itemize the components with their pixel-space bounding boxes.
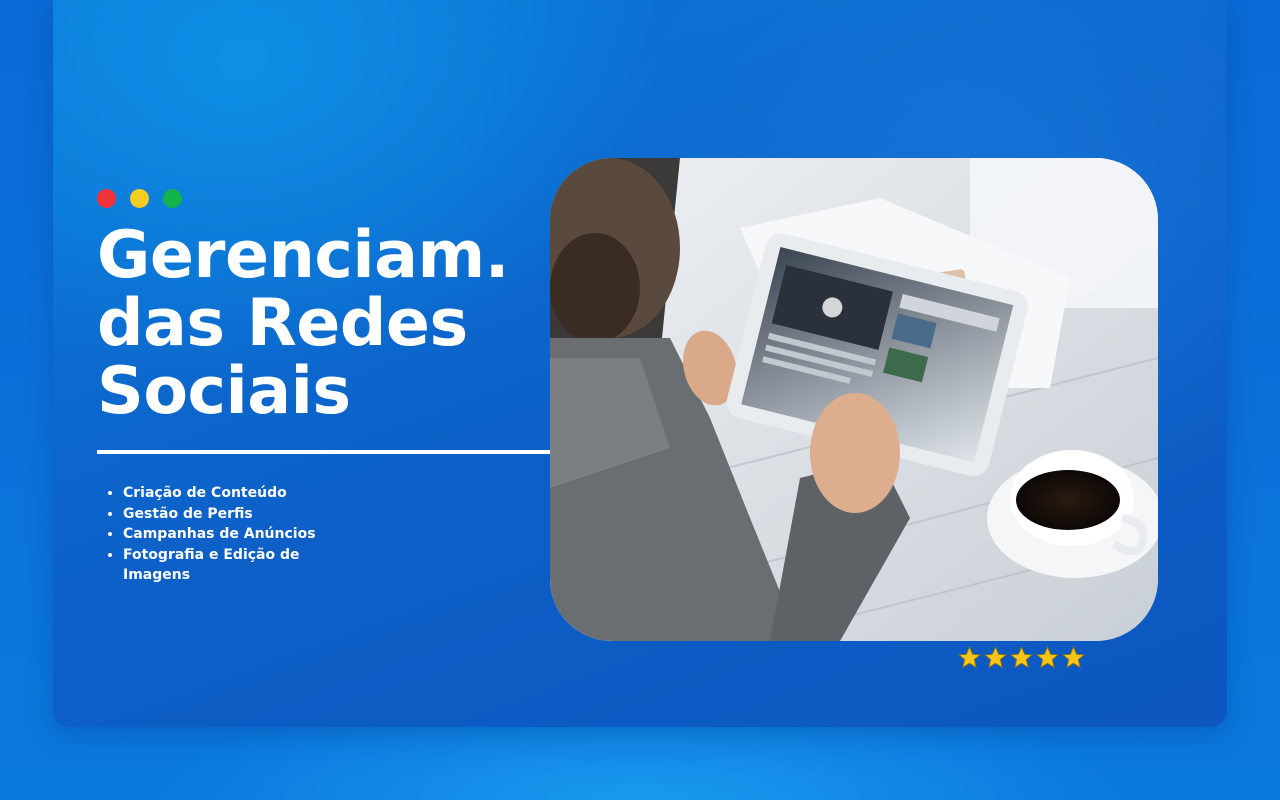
green-dot-icon: [163, 189, 182, 208]
feature-list: Criação de Conteúdo Gestão de Perfis Cam…: [107, 483, 353, 586]
rating-stars: [957, 645, 1086, 670]
star-icon: [1062, 646, 1085, 669]
star-icon: [984, 646, 1007, 669]
divider: [97, 450, 551, 454]
feature-item: Campanhas de Anúncios: [123, 524, 353, 545]
hero-photo: [550, 158, 1158, 641]
red-dot-icon: [97, 189, 116, 208]
star-icon: [1036, 646, 1059, 669]
headline-line-1: Gerenciam.: [97, 218, 509, 293]
headline-line-3: Sociais: [97, 354, 351, 429]
feature-item: Fotografia e Edição de Imagens: [123, 545, 353, 586]
headline: Gerenciam. das Redes Sociais: [97, 222, 509, 426]
feature-item: Criação de Conteúdo: [123, 483, 353, 504]
yellow-dot-icon: [130, 189, 149, 208]
star-icon: [958, 646, 981, 669]
feature-item: Gestão de Perfis: [123, 504, 353, 525]
window-dots: [97, 189, 182, 208]
headline-line-2: das Redes: [97, 286, 468, 361]
star-icon: [1010, 646, 1033, 669]
